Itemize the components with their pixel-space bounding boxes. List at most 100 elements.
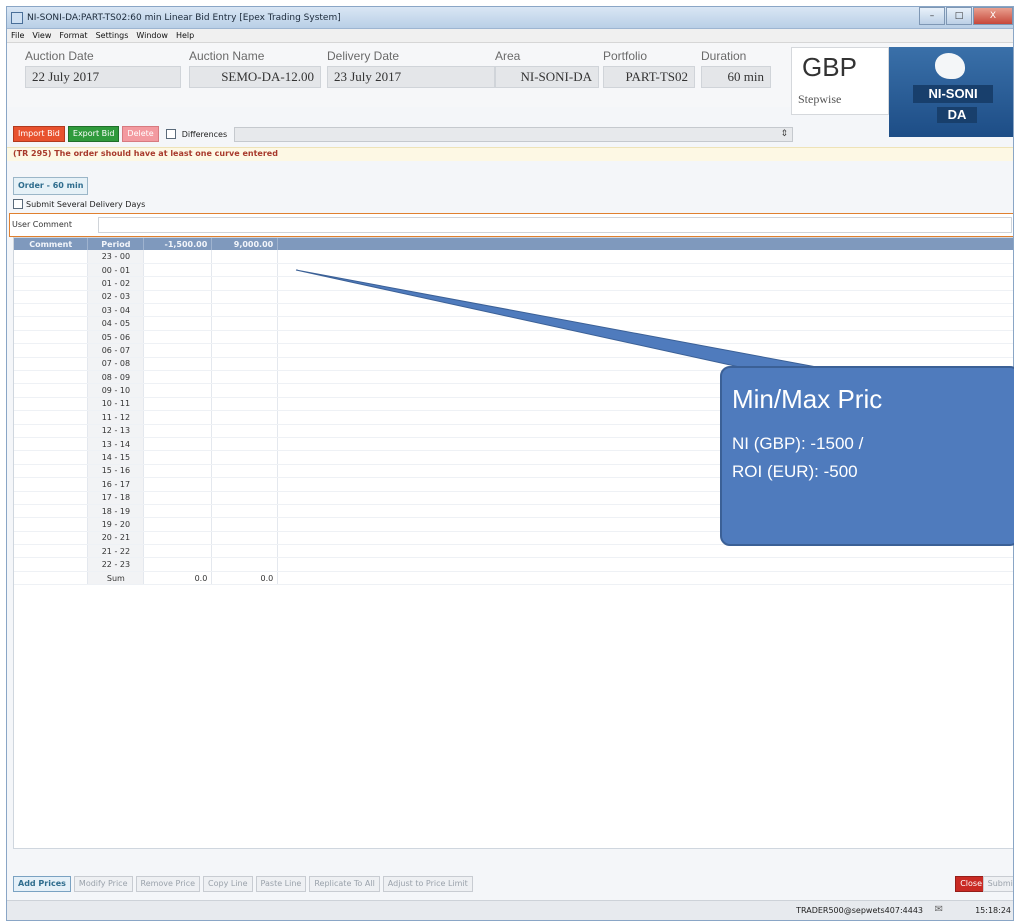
cell-comment[interactable]	[14, 316, 89, 331]
minimize-button[interactable]: –	[919, 7, 945, 25]
cell-price-max[interactable]	[211, 450, 279, 465]
cell-comment[interactable]	[14, 370, 89, 385]
col-price-max[interactable]: 9,000.00	[211, 238, 279, 250]
cell-price-min[interactable]	[143, 544, 213, 559]
cell-comment[interactable]	[14, 276, 89, 291]
differences-select[interactable]: ⇕	[234, 126, 793, 142]
submit-button[interactable]: Submit	[982, 876, 1013, 892]
user-comment-input[interactable]	[98, 217, 1012, 233]
cell-comment[interactable]	[14, 491, 89, 505]
export-bid-button[interactable]: Export Bid	[67, 126, 120, 142]
cell-price-min[interactable]	[143, 397, 213, 412]
cell-price-max[interactable]	[211, 517, 279, 532]
table-row[interactable]: 22 - 23	[14, 557, 1013, 572]
menu-window[interactable]: Window	[136, 31, 168, 40]
cell-price-min[interactable]	[143, 450, 213, 465]
cell-comment[interactable]	[14, 383, 89, 398]
paste-line-button[interactable]: Paste Line	[255, 876, 307, 892]
cell-comment[interactable]	[14, 504, 89, 519]
cell-comment[interactable]	[14, 303, 89, 318]
table-row[interactable]: 03 - 04	[14, 303, 1013, 318]
table-row[interactable]: 21 - 22	[14, 544, 1013, 559]
cell-price-max[interactable]	[211, 330, 279, 345]
delete-button[interactable]: Delete	[122, 126, 159, 142]
cell-price-min[interactable]	[143, 517, 213, 532]
cell-price-min[interactable]	[143, 290, 213, 305]
cell-comment[interactable]	[14, 477, 89, 492]
cell-price-min[interactable]	[143, 250, 213, 264]
cell-price-max[interactable]	[211, 357, 279, 372]
differences-checkbox[interactable]	[165, 129, 176, 139]
cell-comment[interactable]	[14, 517, 89, 532]
cell-comment[interactable]	[14, 330, 89, 345]
table-row[interactable]: 02 - 03	[14, 290, 1013, 305]
cell-comment[interactable]	[14, 397, 89, 412]
cell-price-max[interactable]	[211, 410, 279, 425]
cell-price-max[interactable]	[211, 477, 279, 492]
cell-price-min[interactable]	[143, 464, 213, 479]
cell-price-max[interactable]	[211, 316, 279, 331]
table-row[interactable]: 23 - 00	[14, 250, 1013, 264]
cell-price-min[interactable]	[143, 424, 213, 438]
menu-format[interactable]: Format	[59, 31, 87, 40]
cell-comment[interactable]	[14, 357, 89, 372]
copy-line-button[interactable]: Copy Line	[203, 876, 253, 892]
cell-price-max[interactable]	[211, 383, 279, 398]
cell-price-max[interactable]	[211, 263, 279, 278]
cell-price-max[interactable]	[211, 491, 279, 505]
table-row[interactable]: 01 - 02	[14, 276, 1013, 291]
cell-price-max[interactable]	[211, 370, 279, 385]
close-window-button[interactable]: X	[973, 7, 1013, 25]
cell-comment[interactable]	[14, 544, 89, 559]
cell-price-min[interactable]	[143, 383, 213, 398]
cell-comment[interactable]	[14, 531, 89, 546]
cell-comment[interactable]	[14, 450, 89, 465]
cell-price-max[interactable]	[211, 250, 279, 264]
tab-order[interactable]: Order - 60 min	[13, 177, 89, 195]
menu-view[interactable]: View	[32, 31, 51, 40]
menu-settings[interactable]: Settings	[96, 31, 129, 40]
menu-help[interactable]: Help	[176, 31, 194, 40]
table-row[interactable]: 05 - 06	[14, 330, 1013, 345]
remove-price-button[interactable]: Remove Price	[135, 876, 201, 892]
cell-price-min[interactable]	[143, 357, 213, 372]
cell-price-max[interactable]	[211, 544, 279, 559]
cell-price-min[interactable]	[143, 263, 213, 278]
cell-price-min[interactable]	[143, 343, 213, 358]
table-row[interactable]: 06 - 07	[14, 343, 1013, 358]
cell-price-min[interactable]	[143, 491, 213, 505]
cell-price-min[interactable]	[143, 303, 213, 318]
cell-price-max[interactable]	[211, 343, 279, 358]
col-period[interactable]: Period	[87, 238, 145, 250]
cell-price-max[interactable]	[211, 464, 279, 479]
several-days-checkbox[interactable]	[13, 199, 23, 209]
cell-price-min[interactable]	[143, 504, 213, 519]
menu-file[interactable]: File	[11, 31, 24, 40]
cell-price-max[interactable]	[211, 290, 279, 305]
cell-comment[interactable]	[14, 290, 89, 305]
cell-comment[interactable]	[14, 437, 89, 452]
cell-comment[interactable]	[14, 343, 89, 358]
cell-comment[interactable]	[14, 250, 89, 264]
cell-price-max[interactable]	[211, 531, 279, 546]
cell-price-max[interactable]	[211, 424, 279, 438]
mail-icon[interactable]: ✉	[935, 904, 943, 915]
cell-price-max[interactable]	[211, 397, 279, 412]
cell-price-min[interactable]	[143, 437, 213, 452]
cell-price-min[interactable]	[143, 477, 213, 492]
modify-price-button[interactable]: Modify Price	[73, 876, 133, 892]
cell-price-max[interactable]	[211, 276, 279, 291]
cell-price-max[interactable]	[211, 557, 279, 572]
cell-comment[interactable]	[14, 557, 89, 572]
col-comment[interactable]: Comment	[14, 238, 89, 250]
table-row[interactable]: 00 - 01	[14, 263, 1013, 278]
adjust-to-price-limit-button[interactable]: Adjust to Price Limit	[382, 876, 473, 892]
cell-comment[interactable]	[14, 464, 89, 479]
add-prices-button[interactable]: Add Prices	[13, 876, 71, 892]
table-row[interactable]: 04 - 05	[14, 316, 1013, 331]
cell-price-max[interactable]	[211, 303, 279, 318]
cell-comment[interactable]	[14, 424, 89, 438]
cell-price-min[interactable]	[143, 410, 213, 425]
cell-price-min[interactable]	[143, 557, 213, 572]
cell-price-min[interactable]	[143, 330, 213, 345]
